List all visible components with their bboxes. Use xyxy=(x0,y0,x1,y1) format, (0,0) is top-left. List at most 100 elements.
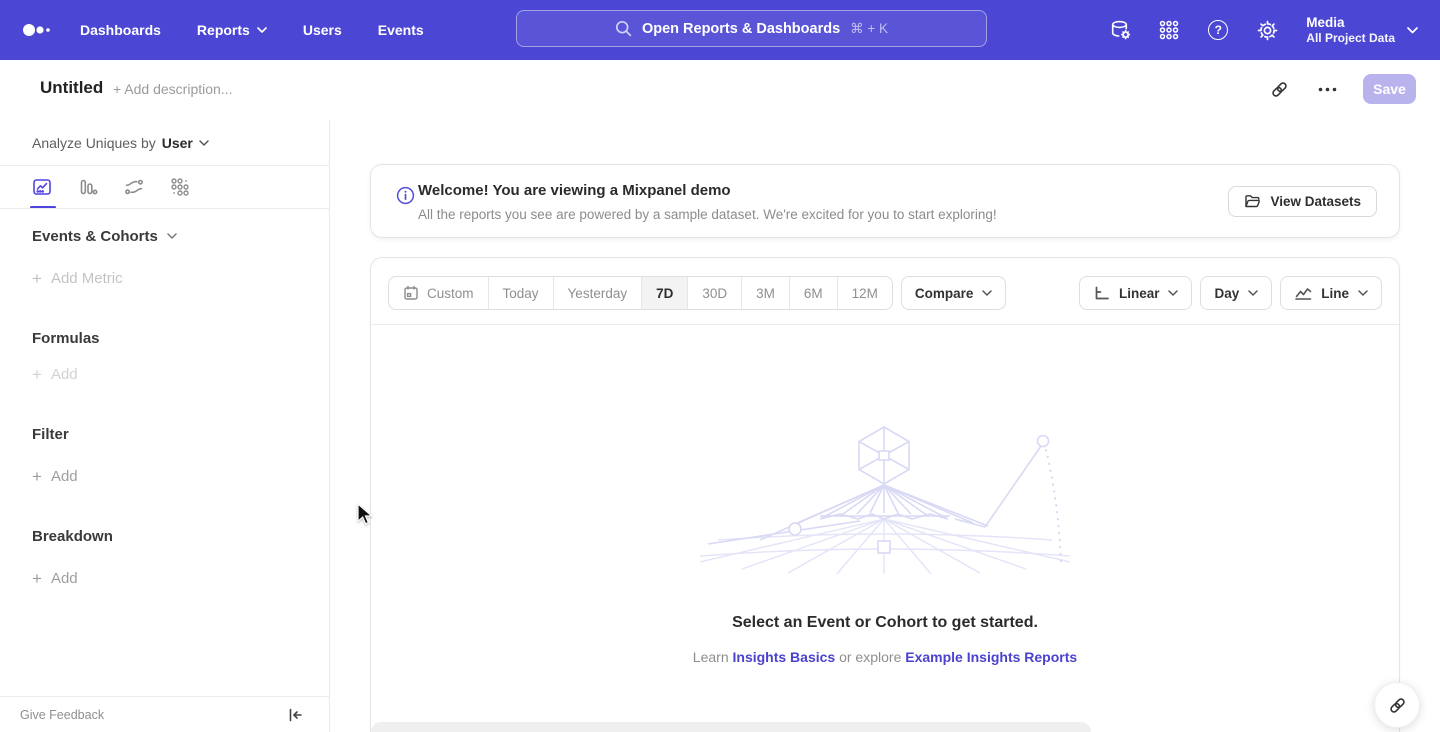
insights-basics-link[interactable]: Insights Basics xyxy=(733,649,836,665)
view-datasets-label: View Datasets xyxy=(1270,194,1361,209)
help-icon[interactable]: ? xyxy=(1206,18,1230,42)
breakdown-label: Breakdown xyxy=(32,528,113,545)
analyze-value: User xyxy=(162,135,193,151)
mixpanel-logo[interactable] xyxy=(22,23,52,37)
nav-item-events[interactable]: Events xyxy=(378,22,424,38)
plus-icon: + xyxy=(32,366,42,383)
events-cohorts-label: Events & Cohorts xyxy=(32,228,158,245)
add-formula-button[interactable]: + Add xyxy=(32,363,78,385)
analyze-row: Analyze Uniques by User xyxy=(0,120,329,165)
chart-type-label: Line xyxy=(1321,286,1349,301)
copy-link-icon[interactable] xyxy=(1267,77,1291,101)
query-sidebar: Analyze Uniques by User xyxy=(0,120,330,732)
range-custom[interactable]: Custom xyxy=(389,277,488,309)
bottom-sheet-peek[interactable] xyxy=(371,722,1091,732)
axes-icon xyxy=(1093,285,1110,302)
banner-subtitle: All the reports you see are powered by a… xyxy=(418,207,997,222)
chevron-down-icon xyxy=(1168,290,1178,296)
chevron-down-icon xyxy=(1358,290,1368,296)
nav-item-users[interactable]: Users xyxy=(303,22,342,38)
nav-right: ? Media All Project Data xyxy=(1108,0,1418,60)
range-yesterday[interactable]: Yesterday xyxy=(553,277,642,309)
share-link-button[interactable] xyxy=(1374,682,1420,728)
range-label: 7D xyxy=(656,286,673,301)
filter-section: Filter xyxy=(32,423,69,445)
empty-state-links: Learn Insights Basics or explore Example… xyxy=(371,649,1399,665)
add-filter-label: Add xyxy=(51,468,78,485)
report-card: Custom Today Yesterday 7D 30D 3M 6M 12M … xyxy=(370,257,1400,732)
info-icon xyxy=(396,186,415,205)
range-label: Yesterday xyxy=(568,286,628,301)
report-actions: Save xyxy=(1267,74,1416,104)
collapse-sidebar-icon[interactable] xyxy=(283,703,307,727)
date-toolbar: Custom Today Yesterday 7D 30D 3M 6M 12M … xyxy=(388,276,1006,310)
add-filter-button[interactable]: + Add xyxy=(32,465,78,487)
range-12m[interactable]: 12M xyxy=(837,277,892,309)
middle-text: or explore xyxy=(839,649,901,665)
chevron-down-icon xyxy=(982,290,992,296)
report-header: Untitled + Add description... Save xyxy=(0,60,1440,120)
empty-state-title: Select an Event or Cohort to get started… xyxy=(371,614,1399,632)
chevron-down-icon xyxy=(199,140,209,146)
compare-button[interactable]: Compare xyxy=(901,276,1007,310)
data-management-icon[interactable] xyxy=(1108,18,1132,42)
folder-icon xyxy=(1244,194,1261,209)
tab-funnels[interactable] xyxy=(77,176,99,198)
range-label: 6M xyxy=(804,286,823,301)
more-options-icon[interactable] xyxy=(1315,77,1339,101)
top-nav: Dashboards Reports Users Events Open Rep… xyxy=(0,0,1440,60)
give-feedback-link[interactable]: Give Feedback xyxy=(20,708,104,722)
add-breakdown-button[interactable]: + Add xyxy=(32,567,78,589)
range-7d[interactable]: 7D xyxy=(641,277,687,309)
breakdown-section: Breakdown xyxy=(32,525,113,547)
plus-icon: + xyxy=(32,468,42,485)
nav-item-label: Reports xyxy=(197,22,250,38)
nav-item-dashboards[interactable]: Dashboards xyxy=(80,22,161,38)
interval-selector[interactable]: Day xyxy=(1200,276,1272,310)
project-scope: All Project Data xyxy=(1306,31,1395,46)
nav-item-label: Users xyxy=(303,22,342,38)
line-chart-icon xyxy=(1294,285,1312,301)
tab-insights[interactable] xyxy=(31,176,53,198)
chart-options-toolbar: Linear Day Line xyxy=(1079,276,1382,310)
project-switcher[interactable]: Media All Project Data xyxy=(1306,14,1418,46)
save-button[interactable]: Save xyxy=(1363,74,1416,104)
range-6m[interactable]: 6M xyxy=(789,277,837,309)
nav-item-reports[interactable]: Reports xyxy=(197,22,267,38)
chevron-down-icon xyxy=(1248,290,1258,296)
date-range-control: Custom Today Yesterday 7D 30D 3M 6M 12M xyxy=(388,276,893,310)
range-today[interactable]: Today xyxy=(488,277,553,309)
range-3m[interactable]: 3M xyxy=(741,277,789,309)
divider xyxy=(0,208,329,209)
tab-retention[interactable] xyxy=(169,176,191,198)
chevron-down-icon xyxy=(257,27,267,33)
filter-label: Filter xyxy=(32,426,69,443)
settings-gear-icon[interactable] xyxy=(1255,18,1279,42)
plus-icon: + xyxy=(32,270,42,287)
add-breakdown-label: Add xyxy=(51,570,78,587)
events-cohorts-section[interactable]: Events & Cohorts xyxy=(32,225,177,247)
global-search[interactable]: Open Reports & Dashboards ⌘ + K xyxy=(516,10,987,47)
report-title[interactable]: Untitled xyxy=(40,78,103,98)
search-label: Open Reports & Dashboards xyxy=(642,21,840,37)
chart-type-selector[interactable]: Line xyxy=(1280,276,1382,310)
calendar-icon xyxy=(403,285,419,301)
range-30d[interactable]: 30D xyxy=(687,277,741,309)
apps-grid-icon[interactable] xyxy=(1157,18,1181,42)
analyze-by-dropdown[interactable]: User xyxy=(162,135,209,151)
range-label: Custom xyxy=(427,286,474,301)
scale-selector[interactable]: Linear xyxy=(1079,276,1193,310)
tab-flows[interactable] xyxy=(123,176,145,198)
report-description-placeholder[interactable]: + Add description... xyxy=(113,81,232,97)
main-content: Welcome! You are viewing a Mixpanel demo… xyxy=(330,120,1440,732)
example-reports-link[interactable]: Example Insights Reports xyxy=(905,649,1077,665)
analyze-prefix: Analyze Uniques by xyxy=(32,135,156,151)
scale-label: Linear xyxy=(1119,286,1160,301)
search-icon xyxy=(615,20,632,37)
add-metric-button[interactable]: + Add Metric xyxy=(32,267,123,289)
banner-title: Welcome! You are viewing a Mixpanel demo xyxy=(418,182,731,199)
nav-item-label: Dashboards xyxy=(80,22,161,38)
view-datasets-button[interactable]: View Datasets xyxy=(1228,186,1377,217)
project-name: Media xyxy=(1306,14,1395,31)
search-shortcut: ⌘ + K xyxy=(850,21,888,37)
